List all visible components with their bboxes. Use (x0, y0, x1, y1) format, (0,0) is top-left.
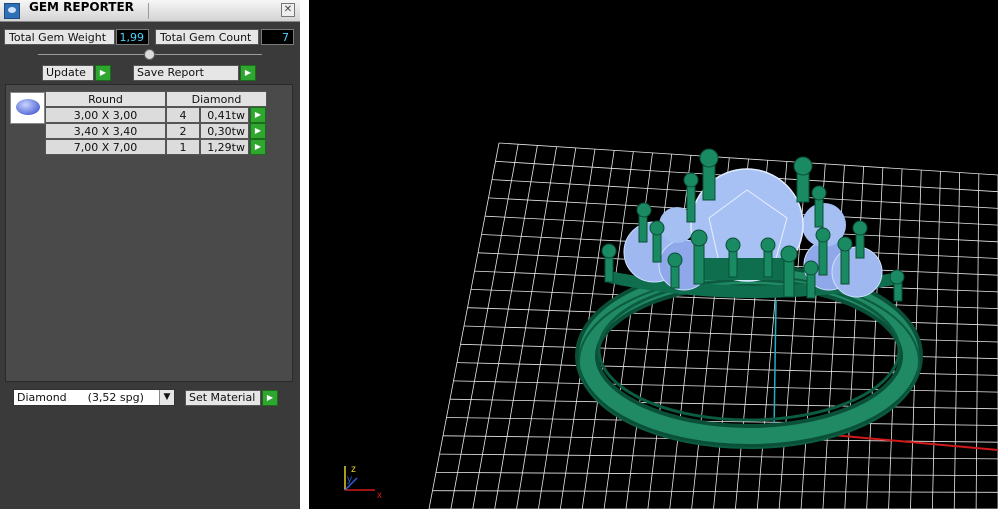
row-2-weight: 0,30tw (200, 123, 249, 139)
axis-label-x: x (377, 490, 382, 501)
axis-label-y: y (347, 474, 352, 485)
row-1-size: 3,00 X 3,00 (45, 107, 166, 123)
material-select[interactable]: Diamond (3,52 spg) ▼ (13, 389, 175, 406)
row-1-play-arrow-icon[interactable]: ▶ (250, 107, 266, 123)
chevron-down-icon[interactable]: ▼ (159, 390, 174, 405)
table-header-shape: Round (45, 91, 166, 107)
row-3-weight: 1,29tw (200, 139, 249, 155)
save-report-button[interactable]: Save Report (133, 65, 239, 81)
gem-reporter-app-icon (4, 3, 20, 19)
total-gem-count-value: 7 (261, 29, 294, 45)
update-play-arrow-icon[interactable]: ▶ (95, 65, 111, 81)
row-3-count: 1 (166, 139, 200, 155)
window-title: GEM REPORTER (29, 0, 134, 14)
axis-triad: z x y (344, 464, 382, 501)
3d-scene[interactable]: z x y (309, 0, 998, 509)
panel-divider[interactable] (300, 0, 309, 509)
row-2-size: 3,40 X 3,40 (45, 123, 166, 139)
set-material-play-arrow-icon[interactable]: ▶ (262, 390, 278, 406)
set-material-button[interactable]: Set Material (185, 390, 261, 406)
round-diamond-thumbnail[interactable] (10, 92, 45, 124)
3d-viewport[interactable]: z x y (309, 0, 998, 509)
gem-icon (16, 99, 40, 115)
update-button[interactable]: Update (42, 65, 94, 81)
close-button[interactable]: ✕ (281, 3, 295, 17)
slider-handle[interactable] (144, 49, 155, 60)
total-gem-weight-label: Total Gem Weight (4, 29, 115, 45)
y-axis-line (773, 299, 777, 433)
gem-reporter-panel: GEM REPORTER ✕ Total Gem Weight 1,99 Tot… (0, 0, 300, 509)
save-report-play-arrow-icon[interactable]: ▶ (240, 65, 256, 81)
material-select-value: Diamond (3,52 spg) (17, 391, 144, 404)
table-header-material: Diamond (166, 91, 267, 107)
row-3-play-arrow-icon[interactable]: ▶ (250, 139, 266, 155)
total-gem-count-label: Total Gem Count (155, 29, 259, 45)
ring-model[interactable] (575, 148, 923, 449)
title-separator (148, 3, 149, 19)
row-2-count: 2 (166, 123, 200, 139)
row-1-count: 4 (166, 107, 200, 123)
row-2-play-arrow-icon[interactable]: ▶ (250, 123, 266, 139)
total-gem-weight-value: 1,99 (116, 29, 149, 45)
row-3-size: 7,00 X 7,00 (45, 139, 166, 155)
row-1-weight: 0,41tw (200, 107, 249, 123)
title-bar: GEM REPORTER ✕ (0, 0, 300, 22)
